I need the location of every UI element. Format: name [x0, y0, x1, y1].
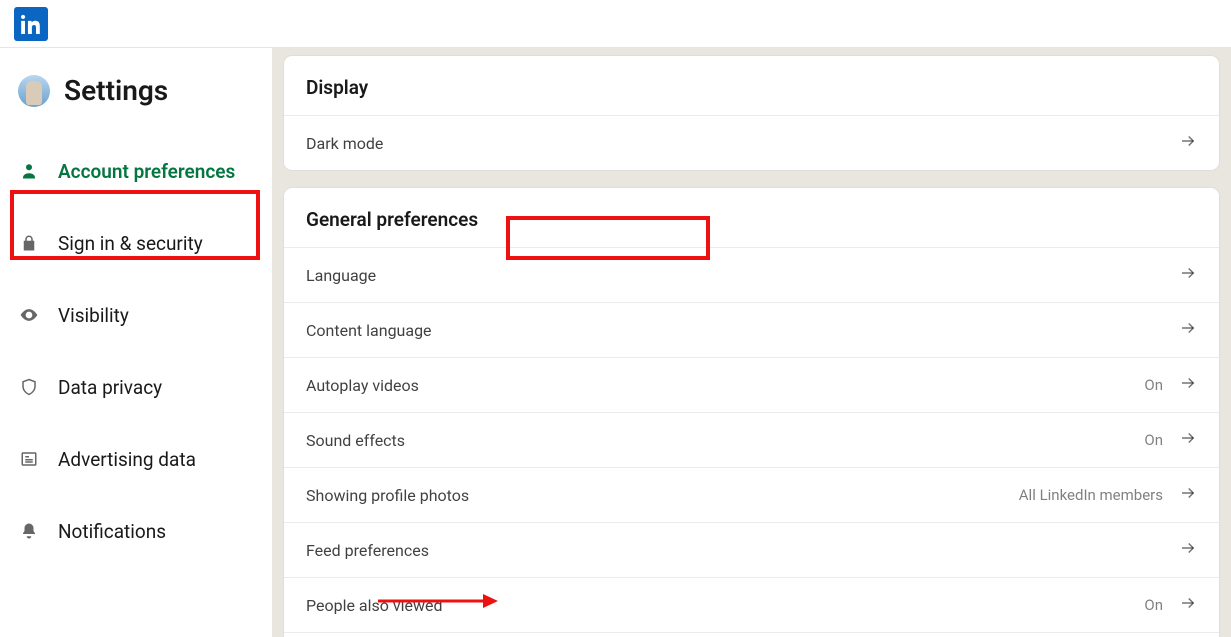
arrow-right-icon — [1179, 429, 1197, 451]
row-people-you-unfollowed[interactable]: People you unfollowed — [284, 632, 1219, 637]
topbar — [0, 0, 1231, 48]
sidebar-item-data-privacy[interactable]: Data privacy — [0, 351, 272, 423]
row-autoplay-videos[interactable]: Autoplay videos On — [284, 357, 1219, 412]
row-value: On — [1144, 596, 1163, 614]
arrow-right-icon — [1179, 264, 1197, 286]
settings-header: Settings — [0, 74, 272, 135]
sidebar-item-label: Sign in & security — [58, 232, 203, 255]
row-value: On — [1144, 431, 1163, 449]
sidebar-item-visibility[interactable]: Visibility — [0, 279, 272, 351]
linkedin-icon — [21, 14, 41, 34]
general-preferences-section: General preferences Language Content lan… — [284, 188, 1219, 637]
display-section: Display Dark mode — [284, 56, 1219, 170]
sidebar-item-advertising-data[interactable]: Advertising data — [0, 423, 272, 495]
sidebar-item-label: Advertising data — [58, 448, 196, 471]
row-label: Showing profile photos — [306, 486, 469, 505]
row-label: Language — [306, 266, 376, 285]
row-label: Dark mode — [306, 134, 383, 153]
arrow-right-icon — [1179, 594, 1197, 616]
row-people-also-viewed[interactable]: People also viewed On — [284, 577, 1219, 632]
arrow-right-icon — [1179, 484, 1197, 506]
sidebar-item-signin-security[interactable]: Sign in & security — [0, 207, 272, 279]
arrow-right-icon — [1179, 132, 1197, 154]
sidebar-item-label: Notifications — [58, 520, 166, 543]
lock-icon — [18, 234, 40, 252]
sidebar-item-account-preferences[interactable]: Account preferences — [0, 135, 272, 207]
eye-icon — [18, 305, 40, 325]
arrow-right-icon — [1179, 319, 1197, 341]
section-title-general: General preferences — [284, 188, 1219, 247]
row-sound-effects[interactable]: Sound effects On — [284, 412, 1219, 467]
row-label: Content language — [306, 321, 432, 340]
row-content-language[interactable]: Content language — [284, 302, 1219, 357]
section-title-display: Display — [284, 56, 1219, 115]
arrow-right-icon — [1179, 539, 1197, 561]
sidebar-item-label: Data privacy — [58, 376, 162, 399]
avatar[interactable] — [18, 75, 50, 107]
sidebar-item-notifications[interactable]: Notifications — [0, 495, 272, 567]
row-value: All LinkedIn members — [1019, 486, 1163, 504]
sidebar-item-label: Visibility — [58, 304, 129, 327]
news-icon — [18, 450, 40, 468]
page-title: Settings — [64, 74, 168, 107]
person-icon — [18, 162, 40, 180]
row-value: On — [1144, 376, 1163, 394]
row-label: Feed preferences — [306, 541, 429, 560]
arrow-right-icon — [1179, 374, 1197, 396]
bell-icon — [18, 522, 40, 540]
row-showing-profile-photos[interactable]: Showing profile photos All LinkedIn memb… — [284, 467, 1219, 522]
shield-icon — [18, 378, 40, 396]
row-label: Sound effects — [306, 431, 405, 450]
row-label: Autoplay videos — [306, 376, 419, 395]
row-language[interactable]: Language — [284, 247, 1219, 302]
sidebar-item-label: Account preferences — [58, 160, 235, 183]
settings-content: Display Dark mode General preferences La… — [272, 48, 1231, 637]
row-label: People also viewed — [306, 596, 443, 615]
row-dark-mode[interactable]: Dark mode — [284, 115, 1219, 170]
linkedin-logo[interactable] — [14, 7, 48, 41]
row-feed-preferences[interactable]: Feed preferences — [284, 522, 1219, 577]
settings-sidebar: Settings Account preferences Sign in & s… — [0, 48, 272, 637]
